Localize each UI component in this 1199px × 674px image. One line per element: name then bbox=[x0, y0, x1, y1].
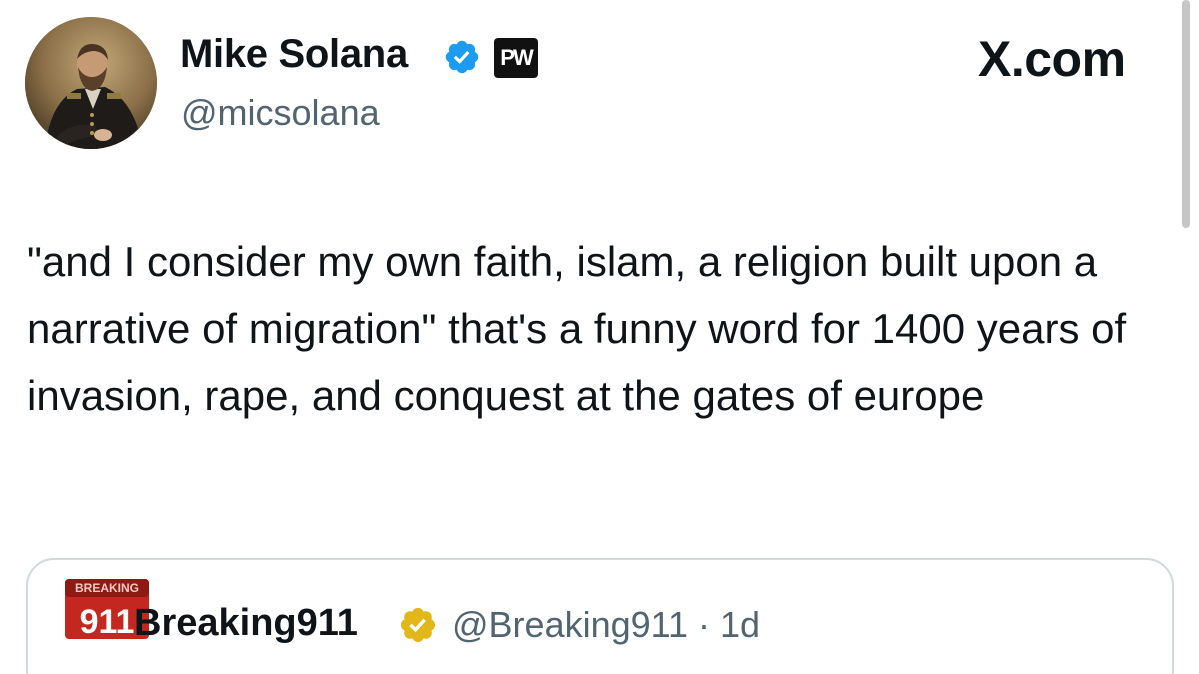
tweet-text: "and I consider my own faith, islam, a r… bbox=[27, 238, 1127, 419]
affiliation-badge[interactable]: PW bbox=[494, 38, 538, 78]
gold-verified-badge-icon bbox=[400, 607, 436, 643]
author-handle[interactable]: @micsolana bbox=[181, 92, 380, 134]
tweet-screenshot: Mike Solana PW @micsolana X.com "and I c… bbox=[0, 0, 1199, 674]
author-avatar[interactable] bbox=[25, 17, 157, 149]
quoted-display-name[interactable]: Breaking911 bbox=[134, 602, 358, 645]
portrait-image bbox=[25, 17, 157, 149]
x-com-logo: X.com bbox=[978, 31, 1126, 87]
scrollbar-thumb[interactable] bbox=[1182, 0, 1190, 228]
quoted-handle-time[interactable]: @Breaking911 · 1d bbox=[452, 604, 760, 646]
author-display-name[interactable]: Mike Solana bbox=[180, 32, 408, 77]
avatar-big-text: 911 bbox=[80, 603, 135, 639]
verified-badge-icon bbox=[445, 40, 479, 74]
avatar-small-text: BREAKING bbox=[75, 581, 139, 595]
